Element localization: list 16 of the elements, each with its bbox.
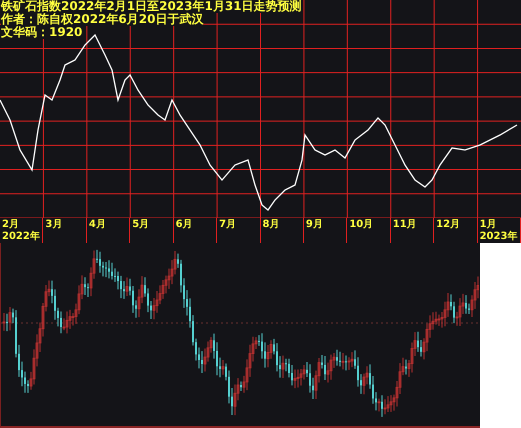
month-label: 4月 [88,219,106,231]
month-label: 6月 [176,219,193,231]
month-label: 12月 [436,219,460,231]
year-label: 2023年 [480,231,518,243]
month-label: 11月 [392,219,417,231]
month-label: 10月 [349,219,374,231]
month-label: 8月 [262,219,280,231]
year-label: 2022年 [2,231,40,243]
caption-text: 作者：陈自权2022年6月20日于武汉 [1,13,204,26]
month-label: 3月 [45,219,62,231]
month-label: 5月 [132,219,150,231]
month-label: 7月 [219,219,236,231]
caption-text: 文华码：1920 [1,26,82,39]
month-label: 9月 [306,219,323,231]
month-label: 1月 [480,219,497,231]
month-label: 2月 [2,219,19,231]
